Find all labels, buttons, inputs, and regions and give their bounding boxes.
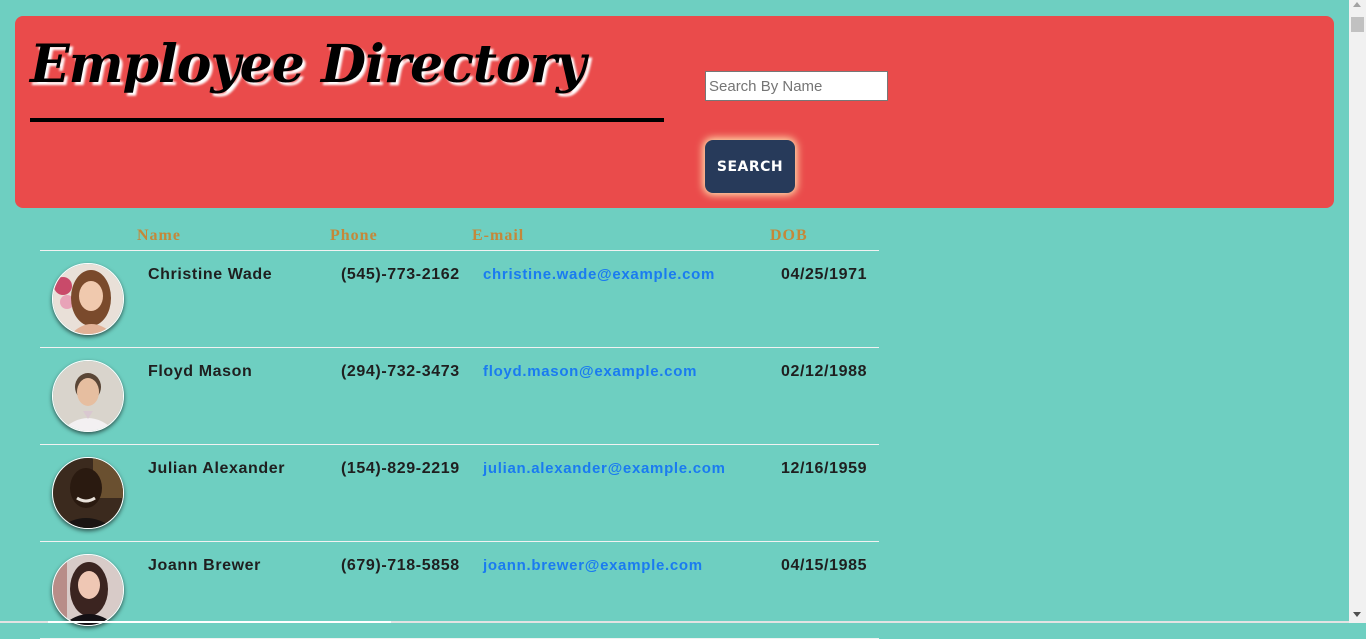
table-row: Julian Alexander (154)-829-2219 julian.a… [40, 445, 879, 542]
avatar [52, 360, 124, 432]
employee-email-link[interactable]: christine.wade@example.com [483, 266, 715, 283]
employee-name: Joann Brewer [148, 557, 262, 574]
column-header-phone[interactable]: Phone [330, 227, 378, 245]
page-header: Employee Directory SEARCH [15, 16, 1334, 208]
table-row: Floyd Mason (294)-732-3473 floyd.mason@e… [40, 348, 879, 445]
employee-table: Name Phone E-mail DOB Christine Wade (54… [40, 224, 879, 639]
employee-name: Christine Wade [148, 266, 273, 283]
avatar [52, 457, 124, 529]
employee-phone: (294)-732-3473 [341, 363, 460, 380]
employee-name: Floyd Mason [148, 363, 253, 380]
employee-email-link[interactable]: floyd.mason@example.com [483, 363, 697, 380]
scroll-thumb[interactable] [1351, 17, 1364, 32]
page-title: Employee Directory [30, 34, 586, 95]
search-input[interactable] [705, 71, 888, 101]
search-button[interactable]: SEARCH [705, 140, 795, 193]
scroll-up-arrow-icon[interactable] [1353, 2, 1361, 7]
column-header-name[interactable]: Name [137, 227, 181, 245]
vertical-scrollbar[interactable] [1349, 0, 1366, 623]
scroll-down-arrow-icon[interactable] [1353, 612, 1361, 617]
table-header: Name Phone E-mail DOB [40, 224, 879, 251]
employee-dob: 02/12/1988 [781, 363, 868, 380]
employee-phone: (154)-829-2219 [341, 460, 460, 477]
employee-dob: 04/15/1985 [781, 557, 868, 574]
table-row: Joann Brewer (679)-718-5858 joann.brewer… [40, 542, 879, 639]
employee-phone: (545)-773-2162 [341, 266, 460, 283]
column-header-email[interactable]: E-mail [472, 227, 524, 245]
title-underline [30, 118, 664, 122]
employee-email-link[interactable]: joann.brewer@example.com [483, 557, 703, 574]
employee-email-link[interactable]: julian.alexander@example.com [483, 460, 726, 477]
column-header-dob[interactable]: DOB [770, 227, 808, 245]
employee-dob: 04/25/1971 [781, 266, 868, 283]
employee-name: Julian Alexander [148, 460, 286, 477]
employee-phone: (679)-718-5858 [341, 557, 460, 574]
avatar [52, 263, 124, 335]
table-row: Christine Wade (545)-773-2162 christine.… [40, 251, 879, 348]
employee-dob: 12/16/1959 [781, 460, 868, 477]
avatar [52, 554, 124, 626]
